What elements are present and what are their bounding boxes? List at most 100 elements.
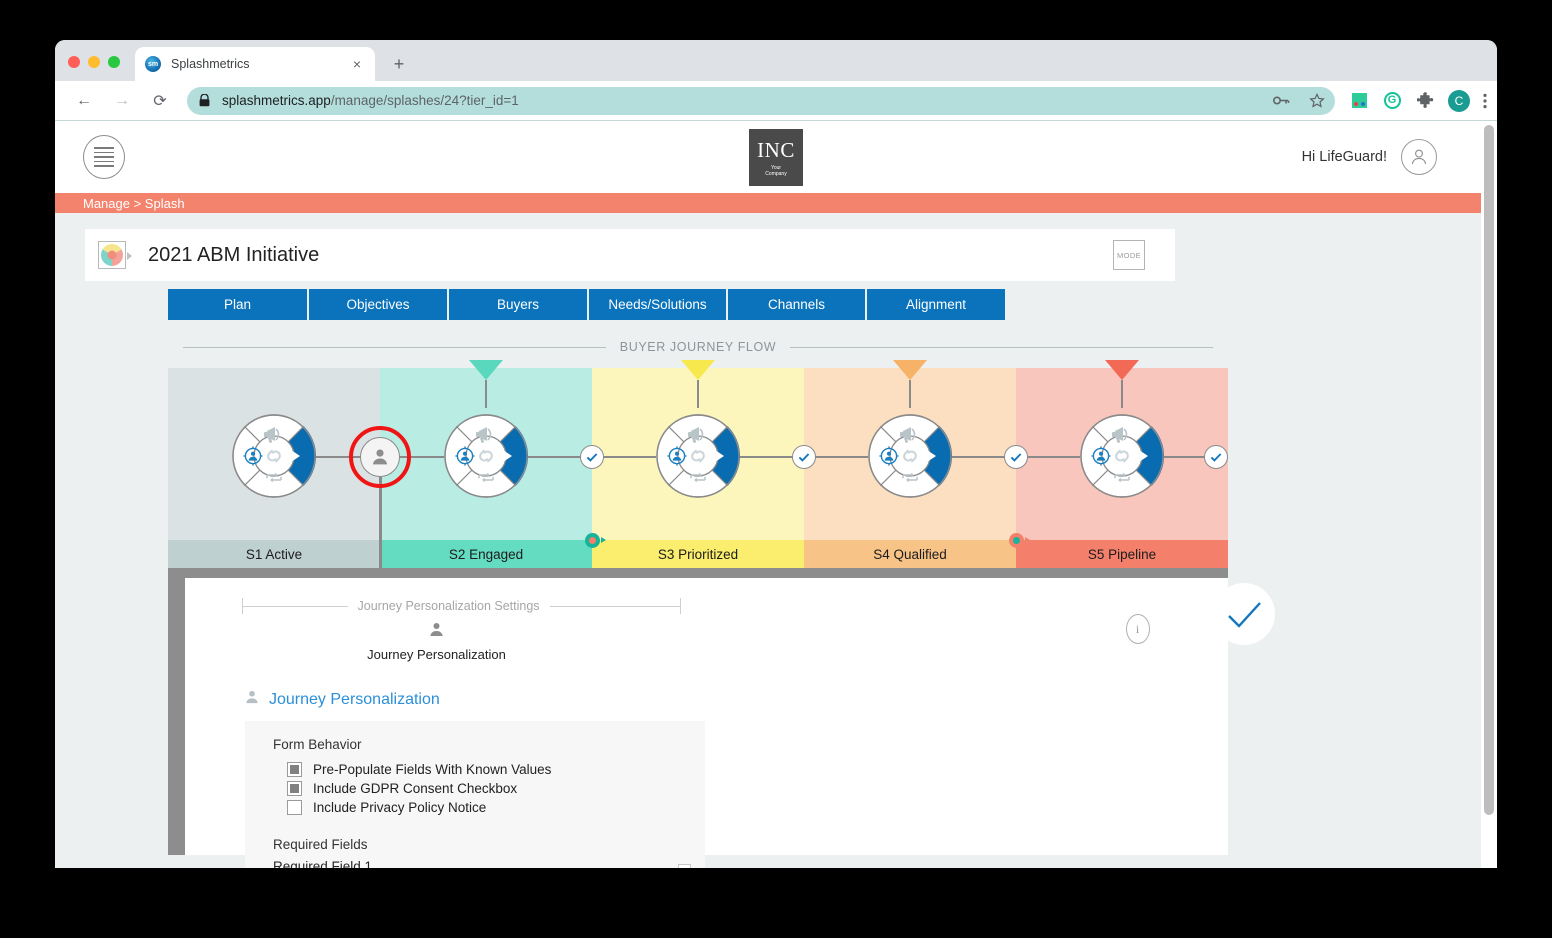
browser-toolbar: ← → ⟳ splashmetrics.app/manage/splashes/… [55,81,1497,121]
person-icon [245,690,259,709]
reload-button[interactable]: ⟳ [146,87,174,115]
stage-wheel[interactable] [868,414,952,498]
page-content: INC Your Company Hi LifeGuard! Manage > … [55,121,1497,868]
stage-wheel[interactable] [444,414,528,498]
stage-wheel[interactable] [232,414,316,498]
grammarly-icon[interactable]: G [1382,91,1402,111]
tab-alignment[interactable]: Alignment [867,289,1005,320]
hamburger-menu-icon[interactable] [83,135,125,179]
section-tabs: Plan Objectives Buyers Needs/Solutions C… [168,289,1497,320]
check-icon[interactable] [580,445,604,469]
funnel-icon[interactable] [1105,360,1139,408]
profile-avatar[interactable]: C [1448,89,1470,112]
person-icon [242,622,632,642]
main-content: 2021 ABM Initiative MODE Plan Objectives… [55,213,1497,868]
user-avatar-icon[interactable] [1401,139,1437,175]
minimize-window-button[interactable] [88,56,100,68]
funnel-icon[interactable] [469,360,503,408]
window-traffic-lights [68,56,120,68]
settings-left-gutter [168,578,185,855]
funnel-icon[interactable] [893,360,927,408]
forward-button[interactable]: → [108,87,136,115]
floating-check-icon[interactable] [1213,583,1275,645]
page-title: 2021 ABM Initiative [148,243,320,266]
logo-text: INC [757,138,795,162]
stage-wheel[interactable] [656,414,740,498]
key-icon[interactable] [1271,91,1291,111]
breadcrumb: Manage > Splash [55,193,1497,213]
journey-stage[interactable]: S5 Pipeline [1016,360,1228,568]
tab-plan[interactable]: Plan [168,289,307,320]
browser-tab-strip: sm Splashmetrics × + [55,40,1497,81]
checkbox-row[interactable]: Include GDPR Consent Checkbox [287,781,705,796]
extensions-puzzle-icon[interactable] [1415,91,1435,111]
settings-panel: Journey Personalization Settings Journey… [185,578,1228,868]
maximize-window-button[interactable] [108,56,120,68]
required-fields-heading: Required Fields [273,837,368,852]
section-header: Journey Personalization [245,690,1228,709]
stage-body [804,360,1016,540]
journey-stage[interactable]: S3 Prioritized [592,360,804,568]
journey-header: BUYER JOURNEY FLOW [168,340,1228,354]
journey-stage[interactable]: S4 Qualified [804,360,1016,568]
greeting-text: Hi LifeGuard! [1301,149,1387,165]
lock-icon [199,94,210,107]
funnel-icon[interactable] [681,360,715,408]
checkbox-row[interactable]: Include Privacy Policy Notice [287,800,705,815]
mode-button[interactable]: MODE [1113,240,1145,270]
checkbox-label: Include Privacy Policy Notice [313,800,487,815]
fieldset-legend: Journey Personalization Settings [357,599,540,613]
section-title[interactable]: Journey Personalization [269,691,440,709]
close-window-button[interactable] [68,56,80,68]
stage-label: S3 Prioritized [592,540,804,568]
stage-label: S5 Pipeline [1016,540,1228,568]
stage-body [592,360,804,540]
required-field-label: Required Field 1 [273,859,373,868]
prepopulate-fields-checkbox[interactable] [287,762,302,777]
logo-subtext-2: Company [765,171,787,177]
checkbox-row[interactable]: Pre-Populate Fields With Known Values [287,762,705,777]
stage-wheel[interactable] [1080,414,1164,498]
star-icon[interactable] [1307,91,1327,111]
app-header: INC Your Company Hi LifeGuard! [55,121,1497,193]
stage-label: S2 Engaged [380,540,592,568]
journey-stages: S1 Active S2 Engaged S3 Prioritized S4 Q… [168,360,1228,568]
info-icon[interactable]: i [1125,614,1150,644]
splashmetrics-favicon-icon: sm [145,56,161,72]
person-icon[interactable] [360,437,400,477]
checkbox-label: Pre-Populate Fields With Known Values [313,762,552,777]
journey-personalization-section: Journey Personalization Form Behavior Pr… [245,690,1228,868]
check-icon[interactable] [1204,445,1228,469]
privacy-policy-checkbox[interactable] [287,800,302,815]
splash-ball-icon [98,241,132,269]
tab-objectives[interactable]: Objectives [309,289,447,320]
journey-stage[interactable]: S1 Active [168,368,380,568]
journey-marker-dot[interactable] [1008,533,1030,548]
company-logo: INC Your Company [749,129,803,186]
page-scrollbar-thumb[interactable] [1484,125,1494,815]
new-tab-button[interactable]: + [385,50,413,78]
tab-needs-solutions[interactable]: Needs/Solutions [589,289,726,320]
gdpr-consent-checkbox[interactable] [287,781,302,796]
journey-stage[interactable]: S2 Engaged [380,360,592,568]
buyer-journey-panel: BUYER JOURNEY FLOW S1 Active S2 Engaged … [168,328,1228,568]
check-icon[interactable] [1004,445,1028,469]
browser-menu-icon[interactable] [1483,93,1487,109]
stage-label: S4 Qualified [804,540,1016,568]
tab-buyers[interactable]: Buyers [449,289,587,320]
address-bar[interactable]: splashmetrics.app/manage/splashes/24?tie… [187,86,1335,115]
form-behavior-heading: Form Behavior [273,737,362,752]
close-tab-icon[interactable]: × [349,56,365,72]
settings-shell: Journey Personalization Settings Journey… [168,578,1228,868]
back-button[interactable]: ← [70,87,98,115]
required-field-control[interactable] [678,863,691,868]
browser-tab[interactable]: sm Splashmetrics × [135,47,375,81]
check-icon[interactable] [792,445,816,469]
tab-channels[interactable]: Channels [728,289,865,320]
journey-title: BUYER JOURNEY FLOW [619,340,777,354]
breadcrumb-text[interactable]: Manage > Splash [83,196,185,211]
color-square-extension-icon[interactable] [1349,91,1369,111]
splash-title-card: 2021 ABM Initiative MODE [85,229,1175,281]
journey-marker-dot[interactable] [584,533,606,548]
address-bar-actions [1271,91,1327,111]
